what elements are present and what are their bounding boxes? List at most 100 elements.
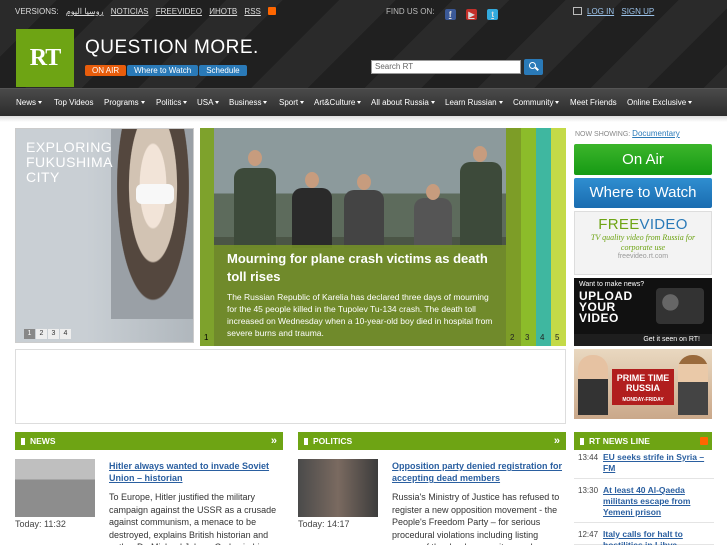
chevron-down-icon: [430, 101, 435, 104]
prime-time-russia-banner[interactable]: PRIME TIME RUSSIA MONDAY-FRIDAY: [574, 349, 712, 419]
news-lead: To Europe, Hitler justified the military…: [109, 492, 277, 545]
nav-item-usa[interactable]: USA: [197, 98, 220, 107]
freevideo-banner[interactable]: FREEVIDEO TV quality video from Russia f…: [574, 211, 712, 275]
login-link[interactable]: LOG IN: [587, 7, 614, 16]
versions-label: VERSIONS:: [15, 7, 59, 16]
slider-tab-4[interactable]: 4: [536, 128, 551, 346]
fukushima-feature[interactable]: EXPLORING FUKUSHIMA CITY 1234: [15, 128, 194, 343]
politics-timestamp: Today: 14:17: [298, 519, 350, 529]
pager-button[interactable]: 3: [48, 329, 59, 339]
slider-tab-3[interactable]: 3: [521, 128, 536, 346]
feature-pager: 1234: [24, 326, 72, 339]
news-line-item: 12:47 Italy calls for halt to hostilitie…: [574, 528, 714, 545]
chevron-down-icon: [357, 101, 362, 104]
slider-tab-2[interactable]: 2: [506, 128, 521, 346]
camera-icon: [656, 288, 704, 324]
more-arrow-icon[interactable]: »: [271, 432, 277, 450]
versions-bar: VERSIONS: روسيا اليوم NOTICIAS FREEVIDEO…: [15, 7, 281, 16]
nav-item-all-about-russia[interactable]: All about Russia: [371, 98, 435, 107]
where-to-watch-button[interactable]: Where to Watch: [127, 65, 199, 76]
on-air-button[interactable]: ON AIR: [85, 65, 127, 76]
header-buttons: ON AIR Where to Watch Schedule: [85, 64, 248, 76]
nav-item-programs[interactable]: Programs: [104, 98, 145, 107]
chevron-down-icon: [555, 101, 560, 104]
schedule-button[interactable]: Schedule: [199, 65, 247, 76]
news-line-time: 12:47: [578, 530, 599, 539]
chevron-down-icon: [183, 101, 188, 104]
slider-tab-1[interactable]: 1: [200, 128, 215, 346]
feature-caption: Mourning for plane crash victims as deat…: [214, 245, 506, 346]
freevideo-title: FREEVIDEO: [598, 216, 688, 233]
politics-thumbnail[interactable]: [298, 459, 378, 517]
news-line-time: 13:30: [578, 486, 599, 495]
feature-summary: The Russian Republic of Karelia has decl…: [227, 292, 493, 338]
chevron-down-icon: [140, 101, 145, 104]
politics-headline-link[interactable]: Opposition party denied registration for…: [392, 460, 562, 484]
news-thumbnail[interactable]: [15, 459, 95, 517]
where-to-watch-sidebar-button[interactable]: Where to Watch: [574, 178, 712, 208]
pager-button[interactable]: 1: [24, 329, 35, 339]
tagline: QUESTION MORE.: [85, 37, 259, 58]
politics-section-header[interactable]: POLITICS »: [298, 432, 566, 450]
nav-item-politics[interactable]: Politics: [156, 98, 188, 107]
chevron-down-icon: [215, 101, 220, 104]
nav-item-top-videos[interactable]: Top Videos: [54, 98, 93, 107]
nav-item-news[interactable]: News: [16, 98, 43, 107]
news-line-link[interactable]: EU seeks strife in Syria – FM: [603, 452, 711, 474]
version-link-inotv[interactable]: ИНОТВ: [209, 7, 237, 16]
on-air-sidebar-button[interactable]: On Air: [574, 144, 712, 175]
top-bar: VERSIONS: روسيا اليوم NOTICIAS FREEVIDEO…: [0, 0, 727, 24]
twitter-icon[interactable]: t: [487, 9, 499, 20]
version-link-arabic[interactable]: روسيا اليوم: [66, 7, 104, 16]
nav-item-community[interactable]: Community: [513, 98, 560, 107]
find-us-label: FIND US ON:: [386, 7, 435, 16]
news-headline-link[interactable]: Hitler always wanted to invade Soviet Un…: [109, 460, 279, 484]
news-line-item: 13:30 At least 40 Al-Qaeda militants esc…: [574, 484, 714, 523]
more-arrow-icon[interactable]: »: [554, 432, 560, 450]
pager-button[interactable]: 4: [60, 329, 71, 339]
ad-placeholder: [15, 349, 566, 424]
nav-item-sport[interactable]: Sport: [279, 98, 305, 107]
slider-tab-5[interactable]: 5: [551, 128, 566, 346]
news-line-link[interactable]: Italy calls for halt to hostilities in L…: [603, 529, 711, 545]
feature-headline[interactable]: Mourning for plane crash victims as deat…: [227, 250, 493, 286]
upload-video-banner[interactable]: Want to make news? UPLOAD YOUR VIDEO Get…: [574, 278, 712, 346]
news-line-time: 13:44: [578, 453, 599, 462]
now-showing-link[interactable]: Documentary: [632, 129, 680, 138]
news-line-link[interactable]: At least 40 Al-Qaeda militants escape fr…: [603, 485, 711, 518]
news-line-item: 13:44 EU seeks strife in Syria – FM: [574, 451, 714, 479]
rss-link[interactable]: RSS: [244, 7, 260, 16]
signup-link[interactable]: SIGN UP: [621, 7, 654, 16]
youtube-icon[interactable]: ▶: [465, 9, 477, 20]
version-link-freevideo[interactable]: FREEVIDEO: [156, 7, 202, 16]
facebook-icon[interactable]: f: [444, 9, 456, 20]
freevideo-url: freevideo.rt.com: [617, 253, 669, 260]
now-showing: NOW SHOWING: Documentary: [575, 129, 680, 138]
search-input[interactable]: Search RT: [371, 60, 521, 74]
nav-item-online-exclusive[interactable]: Online Exclusive: [627, 98, 693, 107]
chevron-down-icon: [300, 101, 305, 104]
login-icon: [573, 7, 582, 15]
version-link-noticias[interactable]: NOTICIAS: [111, 7, 149, 16]
news-section-header[interactable]: NEWS »: [15, 432, 283, 450]
main-feature-slider: 1 Mourning for plane crash victims as de…: [200, 128, 566, 346]
rt-logo[interactable]: RT: [16, 29, 74, 87]
nav-item-business[interactable]: Business: [229, 98, 268, 107]
chevron-down-icon: [263, 101, 268, 104]
rt-news-line-header: RT NEWS LINE: [574, 432, 712, 450]
chevron-down-icon: [688, 101, 693, 104]
social-bar: FIND US ON: f ▶ t: [386, 7, 503, 20]
prime-time-badge: PRIME TIME RUSSIA MONDAY-FRIDAY: [612, 369, 674, 405]
rss-icon[interactable]: [267, 7, 276, 15]
rss-icon[interactable]: [700, 437, 708, 445]
nav-item-art-culture[interactable]: Art&Culture: [314, 98, 362, 107]
nav-item-meet-friends[interactable]: Meet Friends: [570, 98, 617, 107]
chevron-down-icon: [498, 101, 503, 104]
pager-button[interactable]: 2: [36, 329, 47, 339]
feature-title: EXPLORING FUKUSHIMA CITY: [26, 139, 113, 185]
search-button[interactable]: [524, 59, 543, 75]
main-nav: News Top Videos Programs Politics USA Bu…: [0, 88, 727, 116]
nav-item-learn-russian[interactable]: Learn Russian: [445, 98, 503, 107]
freevideo-subtitle: TV quality video from Russia for corpora…: [590, 233, 696, 252]
site-header: VERSIONS: روسيا اليوم NOTICIAS FREEVIDEO…: [0, 0, 727, 88]
